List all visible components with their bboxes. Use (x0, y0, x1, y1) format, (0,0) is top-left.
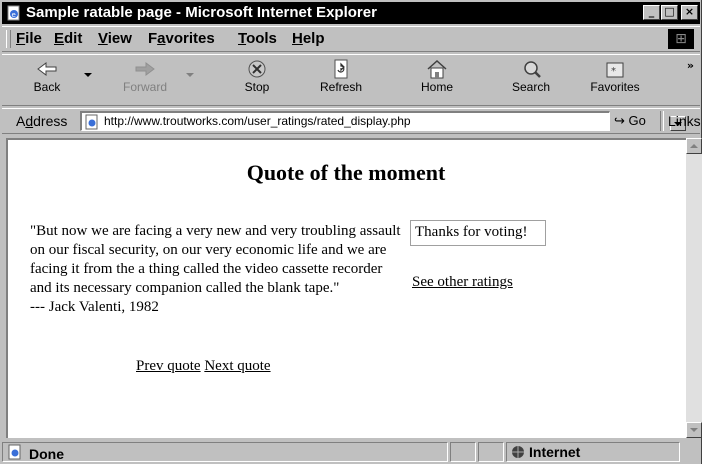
svg-text:*: * (611, 66, 616, 77)
refresh-icon (334, 59, 348, 79)
back-dropdown-arrow[interactable] (84, 73, 92, 77)
scroll-down-button[interactable] (686, 422, 702, 438)
quote-attribution: --- Jack Valenti, 1982 (30, 299, 159, 315)
back-button[interactable]: Back (12, 55, 82, 105)
search-icon (524, 61, 541, 78)
quote-navigation: Prev quote Next quote (136, 358, 271, 375)
menu-bar-grip[interactable] (6, 30, 11, 48)
status-bar: Done Internet (2, 440, 700, 462)
browser-window: e Sample ratable page - Microsoft Intern… (0, 0, 702, 464)
windows-logo-throbber: ⊞ (668, 29, 694, 49)
home-icon (427, 59, 447, 79)
page-status-icon (8, 444, 21, 460)
menu-edit[interactable]: Edit (54, 30, 82, 47)
back-label: Back (33, 80, 61, 94)
minimize-button[interactable]: _ (643, 5, 660, 20)
forward-arrow-icon (135, 62, 155, 76)
menu-bar: File Edit View Favorites Tools Help ⊞ (2, 26, 700, 52)
standard-toolbar: Back Forward Stop Refresh Home Search * … (2, 54, 700, 106)
stop-icon (248, 60, 266, 78)
ie-page-icon: e (7, 5, 20, 21)
menu-view[interactable]: View (98, 30, 132, 47)
maximize-button[interactable]: □ (661, 5, 678, 20)
home-label: Home (420, 80, 453, 94)
favorites-label: Favorites (590, 80, 640, 94)
menu-favorites[interactable]: Favorites (148, 30, 215, 47)
forward-dropdown-arrow[interactable] (186, 73, 194, 77)
menu-tools[interactable]: Tools (238, 30, 277, 47)
security-zone-cell: Internet (506, 442, 680, 462)
home-button[interactable]: Home (402, 55, 472, 105)
stop-button[interactable]: Stop (222, 55, 292, 105)
toolbar-overflow-chevron[interactable]: » (687, 59, 694, 72)
scroll-up-button[interactable] (686, 138, 702, 154)
window-title: Sample ratable page - Microsoft Internet… (26, 4, 377, 21)
forward-label: Forward (122, 80, 167, 94)
refresh-label: Refresh (319, 80, 363, 94)
vote-message: Thanks for voting! (415, 224, 528, 240)
vote-confirmation-box: Thanks for voting! (410, 220, 546, 246)
go-button[interactable]: ↪ Go (614, 113, 646, 129)
back-arrow-icon (37, 62, 57, 76)
address-url[interactable]: http://www.troutworks.com/user_ratings/r… (104, 114, 411, 128)
favorites-icon: * (606, 62, 624, 78)
page-icon (85, 114, 98, 130)
links-button[interactable]: Links (668, 113, 701, 129)
page-title: Quote of the moment (246, 160, 446, 185)
next-quote-link[interactable]: Next quote (204, 358, 270, 374)
menu-help[interactable]: Help (292, 30, 325, 47)
menu-file[interactable]: File (16, 30, 42, 47)
go-arrow-icon: ↪ (614, 113, 625, 128)
favorites-button[interactable]: * Favorites (580, 55, 650, 105)
quote-block: "But now we are facing a very new and ve… (30, 222, 402, 317)
search-label: Search (511, 80, 551, 94)
address-input[interactable]: http://www.troutworks.com/user_ratings/r… (80, 111, 686, 131)
forward-button[interactable]: Forward (110, 55, 180, 105)
security-zone-label: Internet (529, 444, 581, 460)
refresh-button[interactable]: Refresh (306, 55, 376, 105)
status-cell-2 (450, 442, 476, 462)
status-cell-3 (478, 442, 504, 462)
status-text-cell: Done (2, 442, 448, 462)
stop-label: Stop (244, 80, 270, 94)
quote-text: "But now we are facing a very new and ve… (30, 223, 401, 296)
internet-globe-icon (512, 446, 524, 458)
address-bar: Address http://www.troutworks.com/user_r… (2, 108, 701, 134)
address-label: Address (16, 113, 68, 129)
title-bar: e Sample ratable page - Microsoft Intern… (2, 2, 700, 24)
vertical-scrollbar[interactable] (686, 138, 702, 438)
page-content: Quote of the moment "But now we are faci… (6, 138, 686, 438)
close-button[interactable]: × (681, 5, 698, 20)
prev-quote-link[interactable]: Prev quote (136, 358, 201, 374)
search-button[interactable]: Search (496, 55, 566, 105)
links-separator (660, 111, 664, 131)
svg-text:e: e (12, 11, 16, 19)
status-text: Done (29, 446, 64, 462)
see-other-ratings-link[interactable]: See other ratings (412, 274, 513, 291)
